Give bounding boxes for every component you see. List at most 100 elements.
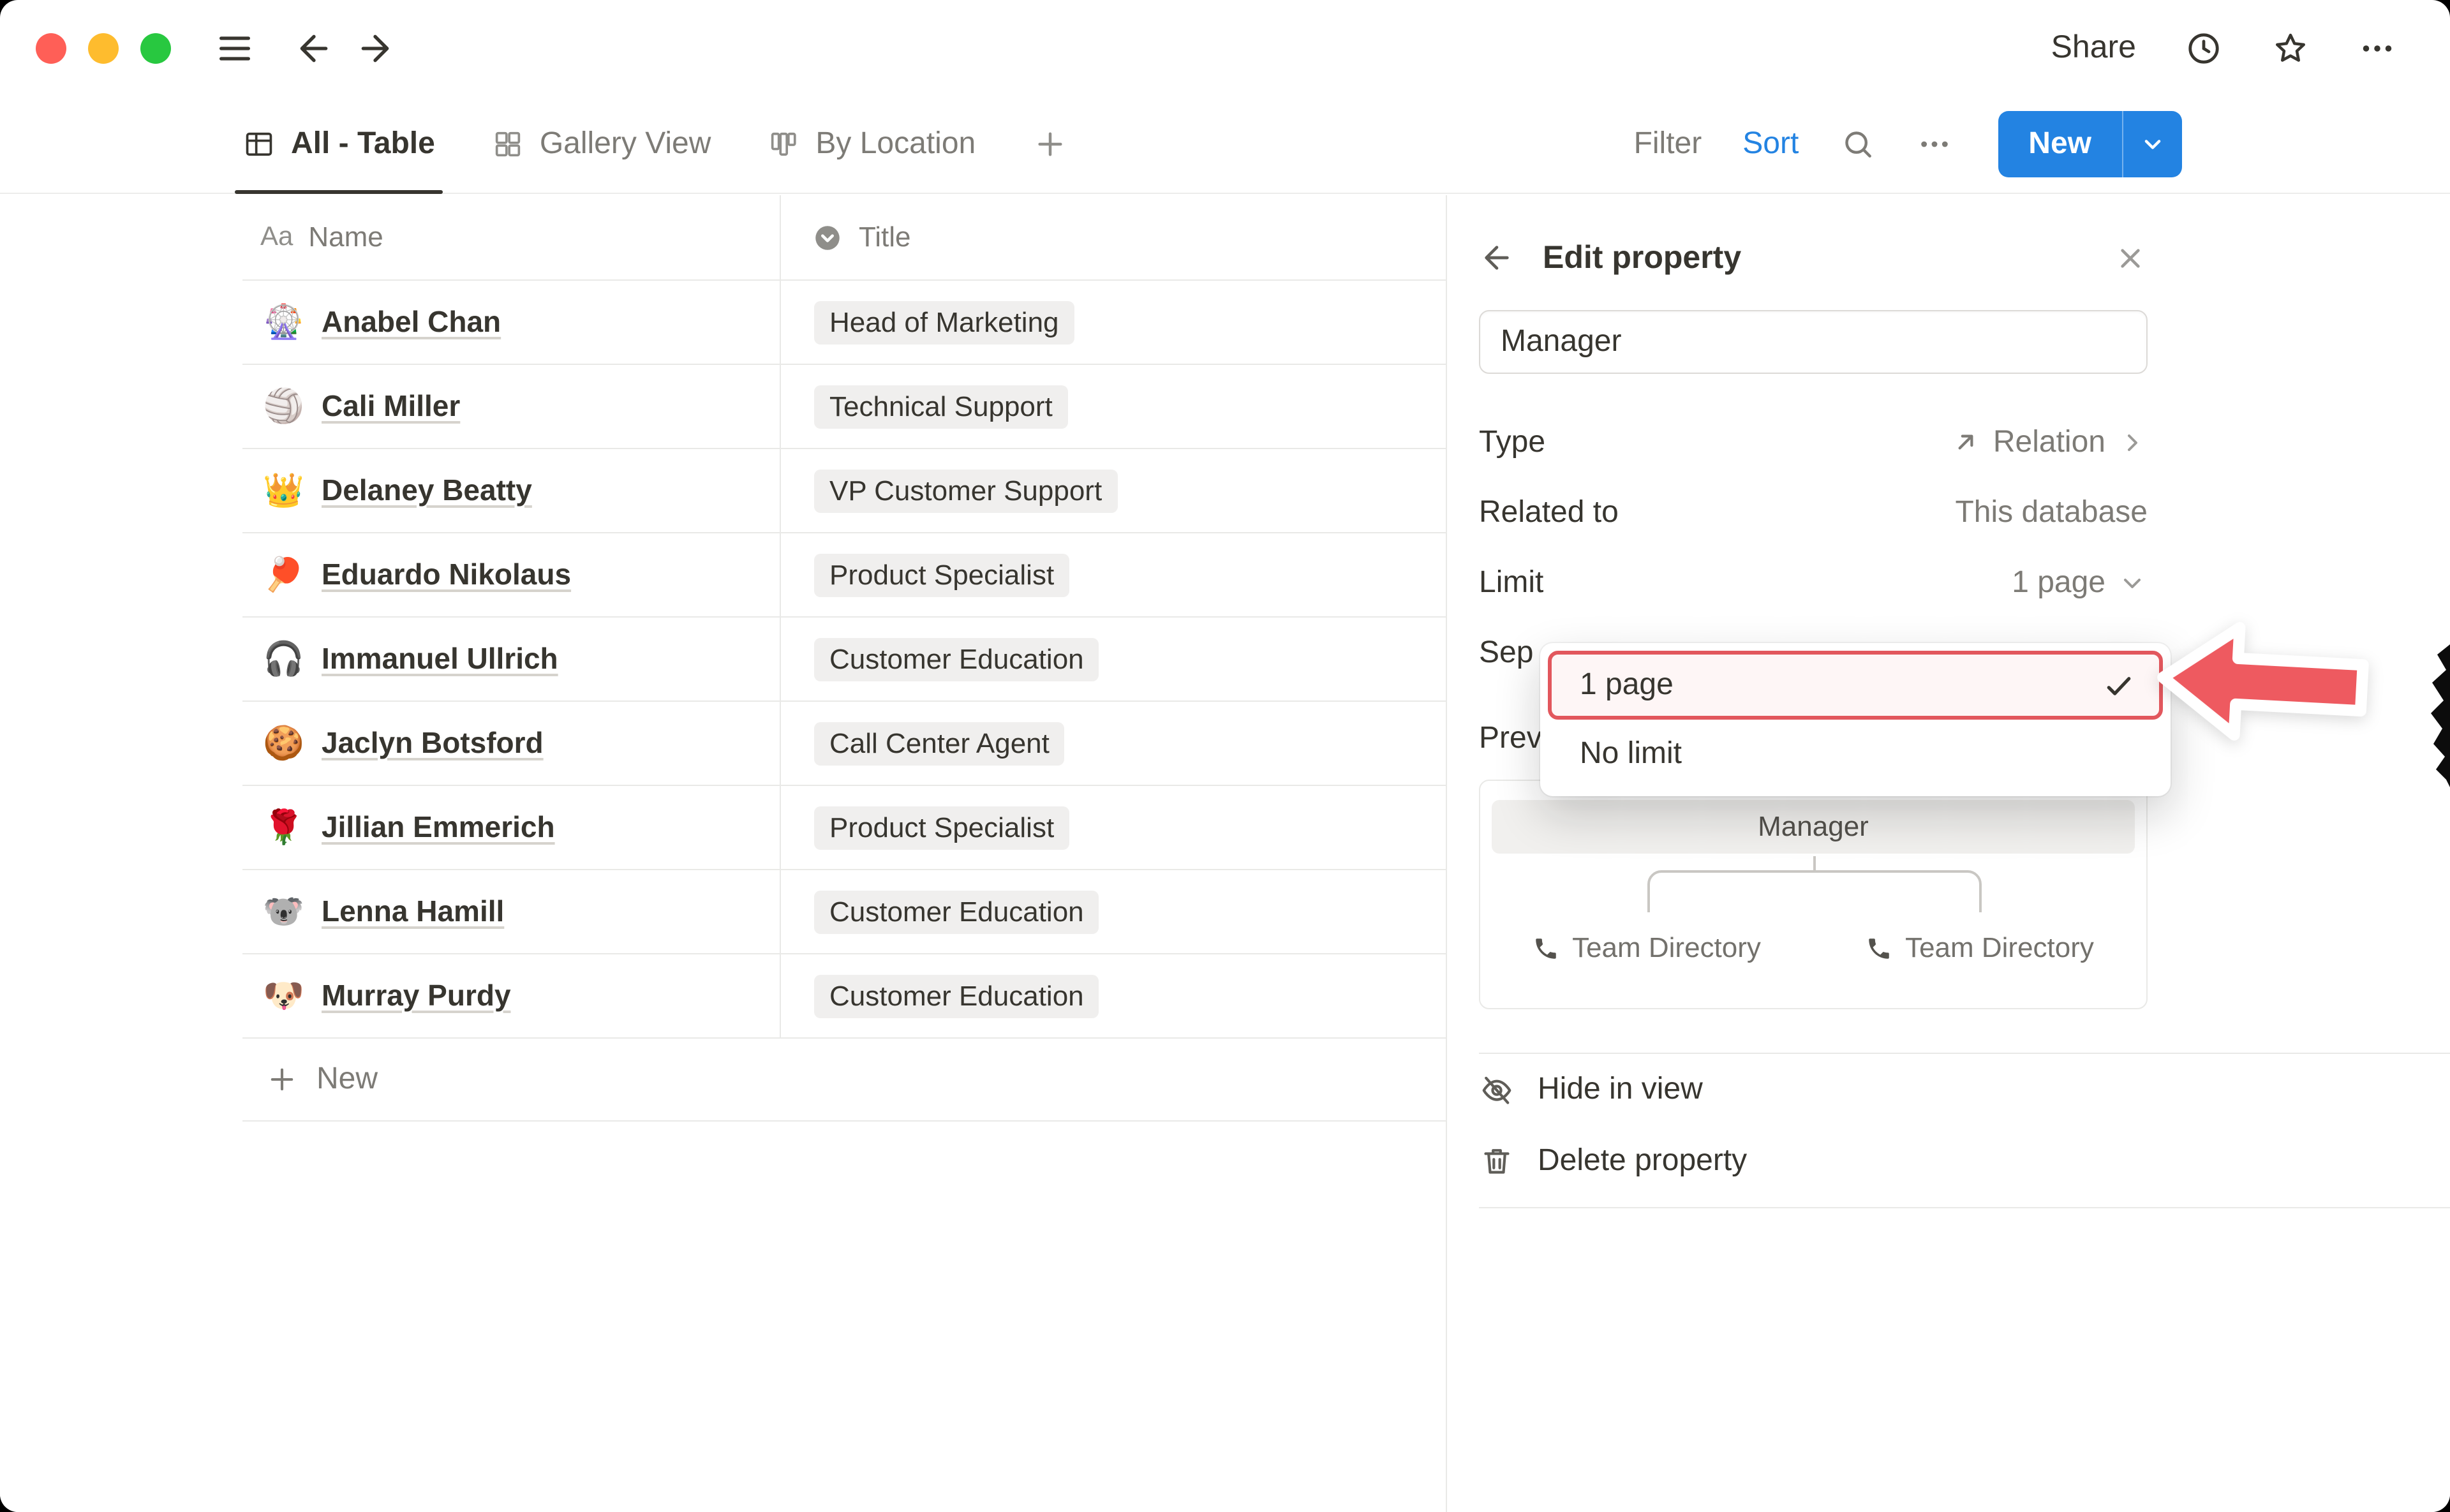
table-row[interactable]: 🍪 Jaclyn Botsford Call Center Agent — [242, 702, 1446, 786]
name-cell[interactable]: 🏓 Eduardo Nikolaus — [242, 533, 781, 616]
table-row[interactable]: 🐨 Lenna Hamill Customer Education — [242, 870, 1446, 954]
title-tag: Call Center Agent — [814, 722, 1065, 765]
updates-clock-icon[interactable] — [2185, 29, 2223, 67]
page-name-link[interactable]: Delaney Beatty — [322, 473, 532, 508]
new-row-button[interactable]: New — [242, 1039, 1446, 1122]
table-row[interactable]: 🏓 Eduardo Nikolaus Product Specialist — [242, 533, 1446, 618]
name-cell[interactable]: 🌹 Jillian Emmerich — [242, 786, 781, 869]
title-tag: Technical Support — [814, 385, 1068, 428]
row-label-partial: Sep — [1479, 635, 1533, 671]
panel-back-icon[interactable] — [1479, 240, 1515, 276]
select-property-icon — [812, 221, 843, 253]
page-emoji-icon: 👑 — [263, 471, 304, 510]
dropdown-option-1-page[interactable]: 1 page — [1548, 651, 2163, 720]
new-dropdown-chevron-icon[interactable] — [2123, 111, 2182, 177]
titlebar: Share — [0, 0, 2450, 96]
table-view-icon — [242, 128, 276, 161]
forward-arrow-icon[interactable] — [355, 27, 396, 68]
delete-property-button[interactable]: Delete property — [1479, 1125, 2148, 1197]
title-cell[interactable]: Customer Education — [781, 954, 1446, 1037]
back-arrow-icon[interactable] — [293, 27, 334, 68]
action-label: Delete property — [1538, 1143, 1747, 1179]
view-more-icon[interactable] — [1916, 126, 1952, 162]
table-row[interactable]: 🌹 Jillian Emmerich Product Specialist — [242, 786, 1446, 870]
property-row-type[interactable]: Type Relation — [1479, 407, 2148, 477]
action-label: Hide in view — [1538, 1072, 1703, 1108]
title-tag: Head of Marketing — [814, 300, 1074, 344]
panel-close-icon[interactable] — [2113, 241, 2148, 275]
page-name-link[interactable]: Murray Purdy — [322, 979, 511, 1013]
option-label: 1 page — [1580, 667, 1674, 703]
close-window-button[interactable] — [36, 33, 66, 63]
hide-in-view-button[interactable]: Hide in view — [1479, 1054, 2148, 1125]
column-header-name[interactable]: Aa Name — [242, 195, 781, 279]
new-row-label: New — [316, 1062, 378, 1097]
view-controls: Filter Sort New — [1634, 111, 2182, 177]
table-row[interactable]: 🏐 Cali Miller Technical Support — [242, 365, 1446, 449]
table-row[interactable]: 🎧 Immanuel Ullrich Customer Education — [242, 618, 1446, 702]
column-header-title[interactable]: Title — [781, 195, 1446, 279]
title-tag: Customer Education — [814, 637, 1099, 681]
row-label: Type — [1479, 424, 1545, 460]
phone-icon — [1866, 935, 1892, 961]
property-row-related[interactable]: Related to This database — [1479, 477, 2148, 547]
table-area: Aa Name Title 🎡 — [0, 195, 1446, 1512]
title-cell[interactable]: Head of Marketing — [781, 281, 1446, 364]
name-cell[interactable]: 🐨 Lenna Hamill — [242, 870, 781, 953]
favorite-star-icon[interactable] — [2271, 29, 2310, 67]
dropdown-option-no-limit[interactable]: No limit — [1540, 720, 2171, 789]
panel-divider — [1479, 1207, 2450, 1208]
preview-connector-lines — [1480, 854, 2149, 933]
traffic-lights — [36, 33, 171, 63]
page-emoji-icon: 🎧 — [263, 639, 304, 679]
title-tag: Customer Education — [814, 974, 1099, 1018]
page-name-link[interactable]: Eduardo Nikolaus — [322, 558, 571, 592]
new-button-label[interactable]: New — [1998, 111, 2122, 177]
page-name-link[interactable]: Immanuel Ullrich — [322, 642, 558, 676]
name-cell[interactable]: 🐶 Murray Purdy — [242, 954, 781, 1037]
title-cell[interactable]: Call Center Agent — [781, 702, 1446, 785]
database-table: Aa Name Title 🎡 — [242, 195, 1446, 1122]
add-view-plus-icon[interactable] — [1032, 126, 1067, 162]
name-cell[interactable]: 🍪 Jaclyn Botsford — [242, 702, 781, 785]
name-cell[interactable]: 👑 Delaney Beatty — [242, 449, 781, 532]
table-row[interactable]: 🐶 Murray Purdy Customer Education — [242, 954, 1446, 1039]
tab-label: All - Table — [291, 126, 435, 162]
more-options-icon[interactable] — [2358, 29, 2396, 67]
chevron-right-icon — [2117, 427, 2148, 457]
row-value: Relation — [1993, 424, 2105, 460]
sort-button[interactable]: Sort — [1742, 126, 1799, 162]
property-name-input[interactable] — [1479, 310, 2148, 374]
title-cell[interactable]: VP Customer Support — [781, 449, 1446, 532]
title-cell[interactable]: Product Specialist — [781, 533, 1446, 616]
name-cell[interactable]: 🎧 Immanuel Ullrich — [242, 618, 781, 700]
tab-by-location[interactable]: By Location — [767, 96, 976, 193]
filter-button[interactable]: Filter — [1634, 126, 1702, 162]
page-name-link[interactable]: Jillian Emmerich — [322, 810, 555, 845]
sidebar-toggle-icon[interactable] — [214, 27, 255, 68]
title-tag: Customer Education — [814, 890, 1099, 933]
name-cell[interactable]: 🎡 Anabel Chan — [242, 281, 781, 364]
title-tag: Product Specialist — [814, 806, 1069, 849]
title-cell[interactable]: Customer Education — [781, 870, 1446, 953]
zoom-window-button[interactable] — [140, 33, 171, 63]
property-row-limit[interactable]: Limit 1 page — [1479, 547, 2148, 618]
page-name-link[interactable]: Anabel Chan — [322, 305, 501, 339]
search-icon[interactable] — [1839, 126, 1875, 162]
name-cell[interactable]: 🏐 Cali Miller — [242, 365, 781, 448]
page-name-link[interactable]: Jaclyn Botsford — [322, 726, 544, 760]
title-cell[interactable]: Technical Support — [781, 365, 1446, 448]
share-button[interactable]: Share — [2051, 29, 2136, 66]
table-row[interactable]: 🎡 Anabel Chan Head of Marketing — [242, 281, 1446, 365]
page-emoji-icon: 🌹 — [263, 808, 304, 847]
new-button[interactable]: New — [1998, 111, 2182, 177]
tab-label: By Location — [815, 126, 976, 162]
page-name-link[interactable]: Cali Miller — [322, 389, 460, 424]
table-row[interactable]: 👑 Delaney Beatty VP Customer Support — [242, 449, 1446, 533]
tab-all-table[interactable]: All - Table — [242, 96, 435, 193]
title-cell[interactable]: Product Specialist — [781, 786, 1446, 869]
minimize-window-button[interactable] — [88, 33, 119, 63]
tab-gallery-view[interactable]: Gallery View — [491, 96, 711, 193]
page-name-link[interactable]: Lenna Hamill — [322, 894, 504, 929]
title-cell[interactable]: Customer Education — [781, 618, 1446, 700]
